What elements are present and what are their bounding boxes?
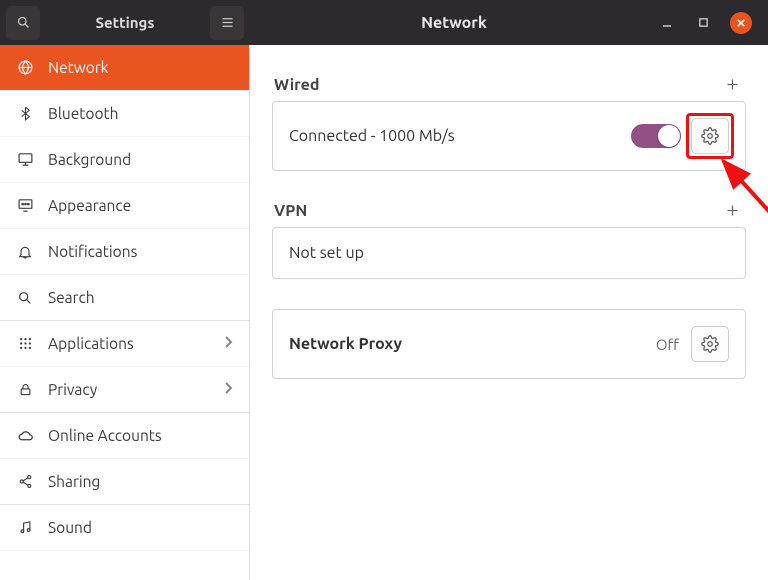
sidebar-item-label: Background <box>48 151 131 168</box>
sidebar-item-notifications[interactable]: Notifications <box>0 229 249 275</box>
wired-heading: Wired <box>274 76 319 94</box>
sidebar-item-label: Privacy <box>48 381 97 398</box>
sidebar-item-label: Search <box>48 289 95 306</box>
bluetooth-icon <box>16 105 34 123</box>
cloud-icon <box>16 427 34 445</box>
sidebar-item-label: Sharing <box>48 473 100 490</box>
lock-icon <box>16 381 34 399</box>
gear-icon <box>701 335 719 353</box>
toggle-knob <box>658 125 680 147</box>
wired-settings-button[interactable] <box>691 118 729 154</box>
maximize-icon <box>698 17 709 28</box>
network-proxy-row[interactable]: Network Proxy Off <box>272 309 746 379</box>
share-icon <box>16 473 34 491</box>
sidebar-item-applications[interactable]: Applications <box>0 321 249 367</box>
vpn-status: Not set up <box>289 244 729 262</box>
sidebar-item-search[interactable]: Search <box>0 275 249 321</box>
sidebar-item-label: Notifications <box>48 243 137 260</box>
apps-icon <box>16 335 34 353</box>
titlebar-right: Network <box>250 0 768 45</box>
titlebar: Settings Network <box>0 0 768 45</box>
close-icon <box>736 18 746 28</box>
wired-header: Wired <box>272 75 746 101</box>
window-controls <box>658 12 758 34</box>
sidebar-item-label: Network <box>48 59 109 76</box>
sidebar-item-label: Appearance <box>48 197 131 214</box>
app-title: Settings <box>46 14 204 31</box>
plus-icon <box>725 77 740 92</box>
titlebar-left: Settings <box>0 0 250 45</box>
music-note-icon <box>16 519 34 537</box>
sidebar-item-label: Applications <box>48 335 134 352</box>
minimize-icon <box>661 17 673 29</box>
proxy-heading: Network Proxy <box>289 335 656 353</box>
hamburger-icon <box>220 15 235 30</box>
proxy-settings-button[interactable] <box>691 326 729 362</box>
sidebar-item-bluetooth[interactable]: Bluetooth <box>0 91 249 137</box>
vpn-add-button[interactable] <box>725 201 740 221</box>
sidebar-item-online-accounts[interactable]: Online Accounts <box>0 413 249 459</box>
chevron-right-icon <box>223 335 233 352</box>
sidebar-item-sharing[interactable]: Sharing <box>0 459 249 505</box>
globe-icon <box>16 59 34 77</box>
minimize-button[interactable] <box>658 14 676 32</box>
wired-connection-row: Connected - 1000 Mb/s <box>272 101 746 171</box>
maximize-button[interactable] <box>694 14 712 32</box>
sidebar-item-appearance[interactable]: Appearance <box>0 183 249 229</box>
close-button[interactable] <box>730 12 752 34</box>
chevron-right-icon <box>223 381 233 398</box>
main-content: Wired Connected - 1000 Mb/s VPN Not set … <box>250 45 768 580</box>
wired-add-button[interactable] <box>725 75 740 95</box>
gear-icon <box>701 127 719 145</box>
sidebar-item-label: Online Accounts <box>48 427 162 444</box>
hamburger-button[interactable] <box>210 6 244 40</box>
search-icon <box>16 289 34 307</box>
sidebar-item-label: Bluetooth <box>48 105 118 122</box>
sidebar: Network Bluetooth Background Appearance … <box>0 45 250 580</box>
vpn-heading: VPN <box>274 202 307 220</box>
bell-icon <box>16 243 34 261</box>
vpn-row[interactable]: Not set up <box>272 227 746 279</box>
plus-icon <box>725 203 740 218</box>
proxy-value: Off <box>656 336 679 353</box>
page-title: Network <box>250 14 658 32</box>
sidebar-item-label: Sound <box>48 519 92 536</box>
appearance-icon <box>16 197 34 215</box>
vpn-header: VPN <box>272 201 746 227</box>
display-icon <box>16 151 34 169</box>
search-button[interactable] <box>6 6 40 40</box>
sidebar-item-sound[interactable]: Sound <box>0 505 249 551</box>
sidebar-item-network[interactable]: Network <box>0 45 249 91</box>
sidebar-item-background[interactable]: Background <box>0 137 249 183</box>
sidebar-item-privacy[interactable]: Privacy <box>0 367 249 413</box>
wired-status: Connected - 1000 Mb/s <box>289 127 631 145</box>
search-icon <box>16 15 31 30</box>
wired-toggle[interactable] <box>631 124 681 148</box>
